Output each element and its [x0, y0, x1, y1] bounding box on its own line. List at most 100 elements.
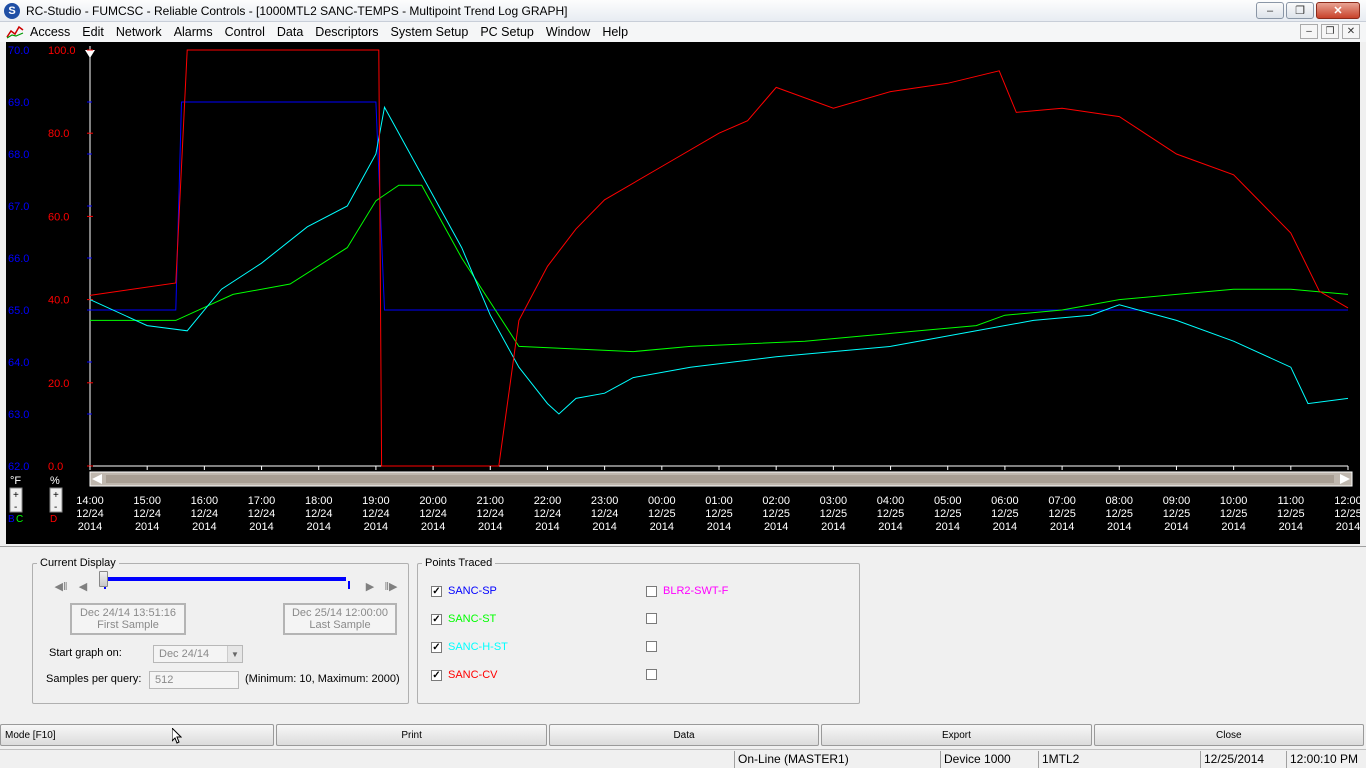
mdi-restore-icon[interactable]: ❐ [1321, 24, 1339, 39]
x-tick-label-time: 16:00 [191, 495, 219, 507]
legend-letter-c: C [16, 514, 23, 525]
point-item[interactable]: ✓ SANC-H-ST [431, 641, 508, 653]
x-tick-label-time: 00:00 [648, 495, 676, 507]
menu-edit[interactable]: Edit [76, 25, 110, 39]
point-label: SANC-H-ST [448, 641, 508, 653]
point-item[interactable]: ✓ SANC-CV [431, 669, 498, 681]
y-tick-label-f: 67.0 [8, 201, 29, 213]
point-item[interactable]: ✓ SANC-SP [431, 585, 497, 597]
point-item[interactable] [646, 613, 663, 624]
connection-status: On-Line (MASTER1) [734, 751, 940, 768]
x-tick-label-date: 12/24 [248, 508, 276, 520]
menu-alarms[interactable]: Alarms [168, 25, 219, 39]
start-graph-value: Dec 24/14 [159, 648, 210, 660]
skip-first-icon[interactable]: ◀‖ [54, 579, 68, 593]
chevron-down-icon[interactable]: ▼ [227, 646, 242, 662]
mdi-minimize-icon[interactable]: – [1300, 24, 1318, 39]
point-item[interactable] [646, 669, 663, 680]
x-tick-label-time: 22:00 [534, 495, 562, 507]
units-fahrenheit-label: °F [10, 475, 21, 487]
step-back-icon[interactable]: ◀ [76, 579, 90, 593]
point-checkbox[interactable]: ✓ [431, 613, 442, 625]
window-controls: – ❐ ✕ [1256, 2, 1360, 19]
display-range-track[interactable] [104, 577, 346, 581]
close-icon[interactable]: ✕ [1316, 2, 1360, 19]
point-item[interactable]: ✓ SANC-ST [431, 613, 496, 625]
app-logo-icon[interactable]: S [4, 2, 20, 19]
menu-data[interactable]: Data [271, 25, 309, 39]
first-sample-date: Dec 24/14 13:51:16 [79, 607, 177, 619]
date-status: 12/25/2014 [1200, 751, 1286, 768]
step-forward-icon[interactable]: ▶ [363, 579, 377, 593]
trend-graph-svg: 70.0 69.0 68.0 67.0 66.0 65.0 64.0 63.0 62.0 100.… [8, 45, 1360, 533]
menu-system-setup[interactable]: System Setup [385, 25, 475, 39]
skip-last-icon[interactable]: ‖▶ [384, 579, 398, 593]
x-tick-label-date: 12/24 [419, 508, 447, 520]
point-item[interactable]: BLR2-SWT-F [646, 585, 728, 597]
export-button[interactable]: Export [821, 724, 1092, 746]
x-tick-label-date: 12/24 [477, 508, 505, 520]
maximize-icon[interactable]: ❐ [1286, 2, 1314, 19]
x-tick-label-time: 04:00 [877, 495, 905, 507]
x-tick-label-year: 2014 [707, 521, 731, 533]
mdi-close-icon[interactable]: ✕ [1342, 24, 1360, 39]
point-checkbox[interactable] [646, 613, 657, 624]
samples-per-query-label: Samples per query: [46, 673, 142, 685]
point-checkbox[interactable]: ✓ [431, 641, 442, 653]
x-tick-label-time: 02:00 [762, 495, 790, 507]
x-tick-label-year: 2014 [1221, 521, 1245, 533]
x-tick-label-year: 2014 [1107, 521, 1131, 533]
y-tick-label-f: 66.0 [8, 253, 29, 265]
point-checkbox[interactable] [646, 585, 657, 597]
y-tick-label-f: 65.0 [8, 305, 29, 317]
x-tick-label-year: 2014 [764, 521, 788, 533]
x-tick-label-time: 09:00 [1163, 495, 1191, 507]
device-status: Device 1000 [940, 751, 1038, 768]
menu-pc-setup[interactable]: PC Setup [474, 25, 540, 39]
point-checkbox[interactable]: ✓ [431, 585, 442, 597]
x-tick-label-year: 2014 [421, 521, 445, 533]
x-tick-label-date: 12/25 [934, 508, 962, 520]
x-tick-label-year: 2014 [1279, 521, 1303, 533]
data-button[interactable]: Data [548, 724, 820, 746]
x-tick-label-year: 2014 [821, 521, 845, 533]
y-tick-label-f: 64.0 [8, 357, 29, 369]
x-tick-label-year: 2014 [935, 521, 959, 533]
point-checkbox[interactable] [646, 641, 657, 652]
close-button[interactable]: Close [1093, 724, 1365, 746]
zoom-f-buttons-minus: - [14, 502, 17, 513]
print-button[interactable]: Print [276, 724, 547, 746]
first-sample-label: First Sample [97, 619, 159, 631]
point-item[interactable] [646, 641, 663, 652]
start-graph-select[interactable]: Dec 24/14 ▼ [153, 645, 243, 663]
legend-letter-b: B [8, 514, 15, 525]
minimize-icon[interactable]: – [1256, 2, 1284, 19]
menu-network[interactable]: Network [110, 25, 168, 39]
x-tick-label-time: 11:00 [1277, 495, 1304, 507]
zoom-pct-buttons-plus: + [53, 490, 59, 501]
menu-access[interactable]: Access [24, 25, 76, 39]
time-scrollbar-thumb [106, 475, 1334, 483]
legend-letter-d: D [50, 514, 57, 525]
y-tick-label-f: 70.0 [8, 45, 29, 57]
point-checkbox[interactable]: ✓ [431, 669, 442, 681]
x-tick-label-time: 12:00 [1334, 495, 1360, 507]
x-tick-label-year: 2014 [1336, 521, 1360, 533]
last-sample-button[interactable]: Dec 25/14 12:00:00 Last Sample [283, 603, 397, 635]
menu-control[interactable]: Control [219, 25, 271, 39]
menu-help[interactable]: Help [596, 25, 634, 39]
graph-settings-panel: Current Display ◀‖ ◀ ▶ ‖▶ Dec 24/14 13:5… [0, 546, 1366, 722]
display-range-thumb[interactable] [99, 571, 108, 587]
trend-graph-icon[interactable] [6, 25, 24, 39]
menu-window[interactable]: Window [540, 25, 596, 39]
samples-per-query-input[interactable]: 512 [149, 671, 239, 689]
x-tick-label-year: 2014 [364, 521, 388, 533]
first-sample-button[interactable]: Dec 24/14 13:51:16 First Sample [70, 603, 186, 635]
x-tick-label-date: 12/25 [877, 508, 905, 520]
x-tick-label-time: 23:00 [591, 495, 619, 507]
point-checkbox[interactable] [646, 669, 657, 680]
x-tick-label-date: 12/25 [820, 508, 848, 520]
mode-button[interactable]: Mode [F10] [0, 724, 275, 746]
trend-graph[interactable]: 70.0 69.0 68.0 67.0 66.0 65.0 64.0 63.0 62.0 100.… [6, 42, 1360, 544]
menu-descriptors[interactable]: Descriptors [309, 25, 384, 39]
